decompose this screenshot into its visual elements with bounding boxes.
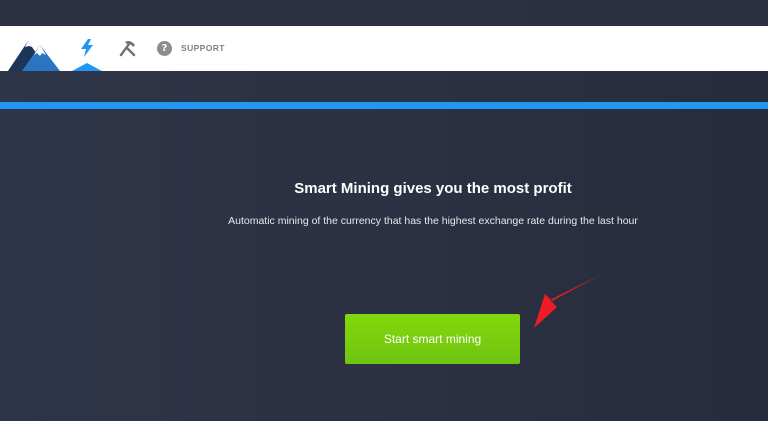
nav-smart-mining[interactable] [76, 36, 98, 60]
mountain-logo[interactable] [8, 39, 60, 71]
tools-icon [119, 41, 136, 57]
accent-bar [0, 102, 768, 109]
red-arrow-annotation [534, 274, 602, 328]
support-label: SUPPORT [181, 43, 225, 53]
top-strip [0, 0, 768, 26]
page-subtitle: Automatic mining of the currency that ha… [228, 215, 638, 227]
top-navigation-bar: ? SUPPORT [0, 26, 768, 71]
start-smart-mining-button[interactable]: Start smart mining [345, 314, 520, 364]
page-title: Smart Mining gives you the most profit [294, 180, 572, 197]
nav-manual-mining[interactable] [116, 36, 138, 60]
nav-support[interactable]: ? SUPPORT [157, 36, 225, 60]
active-tab-indicator [72, 63, 102, 71]
help-icon: ? [157, 40, 172, 56]
lightning-icon [81, 39, 93, 57]
